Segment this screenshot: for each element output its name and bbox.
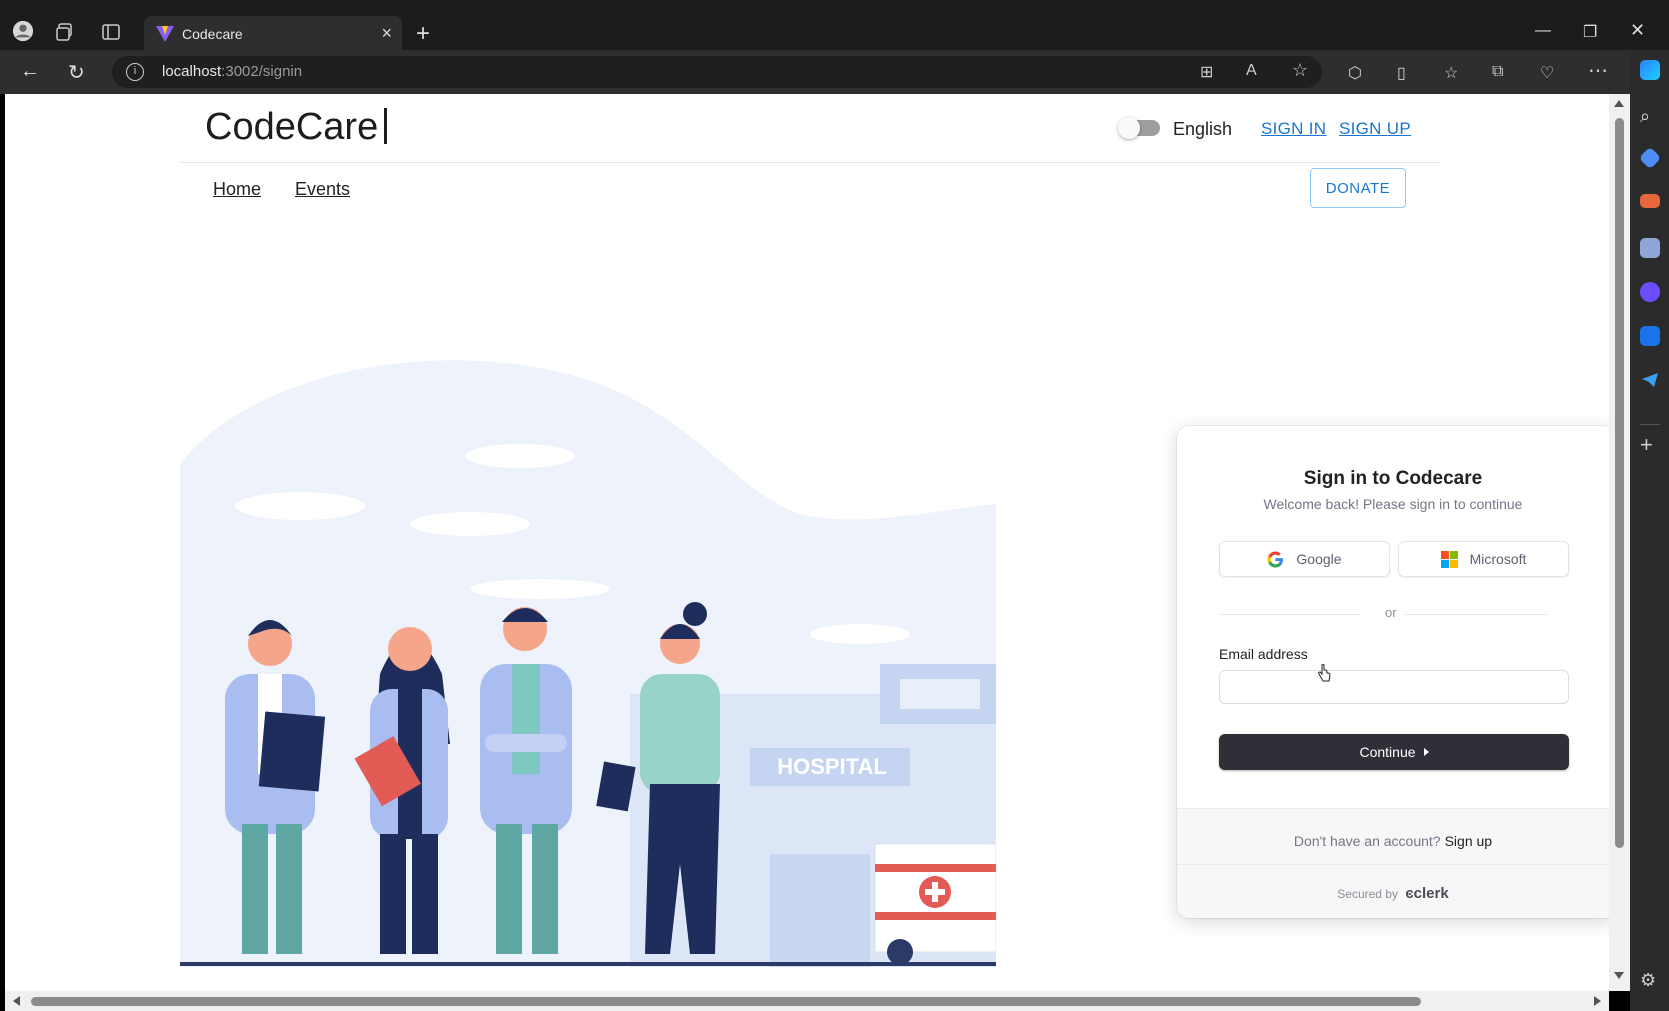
toggle-knob xyxy=(1118,117,1140,139)
tab-title: Codecare xyxy=(182,26,243,42)
secured-by-row: Secured by ͼclerk xyxy=(1177,885,1609,902)
reload-icon[interactable]: ↻ xyxy=(68,60,85,85)
profile-icon[interactable] xyxy=(12,20,34,42)
microsoft365-icon[interactable] xyxy=(1640,282,1660,302)
horizontal-scrollbar[interactable] xyxy=(5,991,1609,1011)
microsoft-label: Microsoft xyxy=(1469,551,1527,567)
restore-icon[interactable]: ❐ xyxy=(1583,22,1597,42)
search-icon[interactable]: ⌕ xyxy=(1640,106,1660,126)
cloud xyxy=(410,512,530,536)
scroll-down-icon[interactable] xyxy=(1614,972,1624,979)
browser-essentials-icon[interactable]: ♡ xyxy=(1540,63,1554,83)
more-menu-icon[interactable]: ⋯ xyxy=(1588,58,1608,83)
or-divider-text: or xyxy=(1385,605,1397,620)
cloud xyxy=(465,444,575,468)
tab-codecare[interactable]: Codecare × xyxy=(144,16,402,52)
google-icon xyxy=(1267,550,1284,568)
workspaces-icon[interactable] xyxy=(54,21,76,43)
cloud xyxy=(235,492,365,520)
vertical-scrollbar[interactable] xyxy=(1609,94,1630,991)
collections-icon[interactable]: ⧉ xyxy=(1492,63,1503,81)
shopping-tag-icon[interactable] xyxy=(1638,146,1662,170)
google-label: Google xyxy=(1296,551,1342,567)
browser-tab-bar: Codecare × + — ❐ ✕ xyxy=(0,0,1669,52)
no-account-row: Don't have an account? Sign up xyxy=(1177,833,1609,849)
microsoft-icon xyxy=(1440,550,1458,568)
cloud xyxy=(810,624,910,644)
donate-button[interactable]: DONATE xyxy=(1310,168,1406,208)
horizontal-scroll-thumb[interactable] xyxy=(31,997,1421,1006)
url-bar[interactable]: i localhost:3002/signin ⊞ A ☆ xyxy=(112,56,1322,88)
card-footer: Don't have an account? Sign up Secured by… xyxy=(1177,808,1609,918)
continue-label: Continue xyxy=(1359,744,1416,760)
scroll-left-icon[interactable] xyxy=(13,996,20,1006)
sign-in-card: Sign in to Codecare Welcome back! Please… xyxy=(1177,426,1609,918)
doctors-illustration: HOSPITAL xyxy=(180,360,996,967)
continue-button[interactable]: Continue xyxy=(1219,734,1569,770)
secured-by-text: Secured by xyxy=(1337,887,1398,901)
app-available-icon[interactable]: ⊞ xyxy=(1200,62,1213,82)
footer-divider xyxy=(1177,864,1609,865)
page-viewport: CodeCare English SIGN IN SIGN UP Home Ev… xyxy=(5,94,1609,991)
close-window-icon[interactable]: ✕ xyxy=(1630,20,1645,41)
hospital-sign-text: HOSPITAL xyxy=(777,754,887,779)
cloud xyxy=(470,579,610,599)
scroll-up-icon[interactable] xyxy=(1614,100,1624,107)
back-icon[interactable]: ← xyxy=(20,60,40,83)
games-icon[interactable] xyxy=(1640,238,1660,258)
divider-left xyxy=(1219,614,1359,615)
sign-up-link[interactable]: SIGN UP xyxy=(1339,119,1411,139)
caret-right-icon xyxy=(1423,748,1429,756)
favorite-star-icon[interactable]: ☆ xyxy=(1292,60,1308,81)
language-label: English xyxy=(1173,119,1233,139)
language-toggle[interactable] xyxy=(1118,117,1160,139)
clerk-logo[interactable]: ͼclerk xyxy=(1405,885,1448,902)
site-info-icon[interactable]: i xyxy=(126,63,144,81)
vertical-scroll-thumb[interactable] xyxy=(1615,118,1624,848)
site-logo[interactable]: CodeCare xyxy=(205,106,388,149)
copilot-icon[interactable] xyxy=(1640,60,1660,80)
vertical-tabs-icon[interactable] xyxy=(100,21,122,43)
add-sidebar-app-icon[interactable]: + xyxy=(1640,434,1660,456)
browser-sidebar: ⌕ + ⚙ xyxy=(1630,50,1669,1011)
email-input[interactable] xyxy=(1219,670,1569,704)
hospital-door xyxy=(770,854,870,967)
header-divider xyxy=(180,162,1440,163)
ambulance-stripe xyxy=(875,912,996,920)
nav-events[interactable]: Events xyxy=(295,179,350,200)
minimize-icon[interactable]: — xyxy=(1535,22,1551,40)
scroll-right-icon[interactable] xyxy=(1594,996,1601,1006)
outlook-icon[interactable] xyxy=(1640,326,1660,346)
ambulance-stripe xyxy=(875,864,996,872)
address-toolbar: ← ↻ i localhost:3002/signin ⊞ A ☆ ⬡ ▯ ☆ … xyxy=(0,50,1669,94)
hand-cursor-icon xyxy=(1318,664,1331,682)
read-aloud-icon[interactable]: A xyxy=(1246,62,1257,80)
vite-favicon-icon xyxy=(156,26,174,42)
card-subtitle: Welcome back! Please sign in to continue xyxy=(1263,496,1523,512)
sidebar-divider xyxy=(1640,424,1660,425)
email-label: Email address xyxy=(1219,646,1308,662)
hospital-window-glass xyxy=(900,679,980,709)
divider-right xyxy=(1405,614,1547,615)
nav-home[interactable]: Home xyxy=(213,179,261,200)
url-text: localhost:3002/signin xyxy=(162,63,303,80)
clerk-logo-icon: ͼ xyxy=(1405,885,1414,902)
sign-in-link[interactable]: SIGN IN xyxy=(1261,119,1326,139)
close-tab-icon[interactable]: × xyxy=(381,23,392,44)
footer-sign-up-link[interactable]: Sign up xyxy=(1445,833,1492,849)
text-cursor xyxy=(384,108,388,144)
sidebar-settings-icon[interactable]: ⚙ xyxy=(1640,970,1660,990)
google-signin-button[interactable]: Google xyxy=(1219,541,1390,577)
extensions-icon[interactable]: ⬡ xyxy=(1348,63,1362,83)
new-tab-icon[interactable]: + xyxy=(416,20,430,48)
telegram-icon[interactable] xyxy=(1640,370,1660,390)
card-title: Sign in to Codecare xyxy=(1303,468,1483,489)
ambulance-wheel xyxy=(887,939,913,965)
microsoft-signin-button[interactable]: Microsoft xyxy=(1398,541,1569,577)
split-screen-icon[interactable]: ▯ xyxy=(1397,63,1406,83)
tools-icon[interactable] xyxy=(1640,194,1660,208)
no-account-text: Don't have an account? xyxy=(1293,833,1441,849)
favorites-icon[interactable]: ☆ xyxy=(1444,63,1458,83)
